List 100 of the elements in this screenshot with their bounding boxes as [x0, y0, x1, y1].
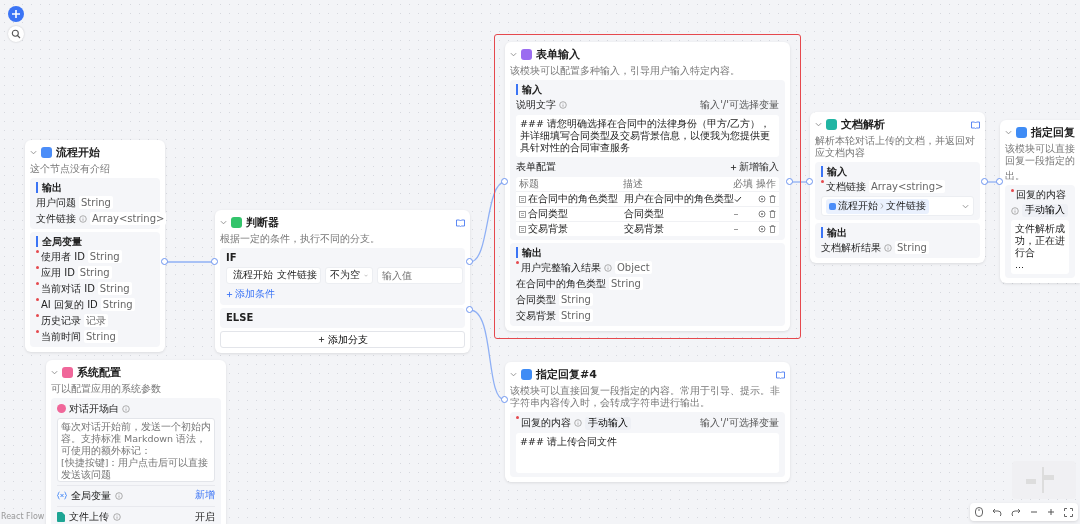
type-label: Object [615, 261, 652, 274]
minimap[interactable] [1012, 461, 1076, 499]
field-label: 用户问题 [36, 196, 76, 209]
connection-handle[interactable] [996, 178, 1003, 185]
redo-icon[interactable] [1010, 508, 1021, 516]
field-label: 使用者 ID [41, 250, 85, 263]
chevron-icon[interactable] [30, 149, 37, 156]
table-cell-text: 交易背景 [623, 222, 665, 236]
field-name: 文件链接 [277, 269, 317, 282]
prompt-text-field[interactable]: ### 请您明确选择在合同中的法律身份（甲方/乙方），并详细填写合同类型及交易背景信息，以便我为您提供更具针对性的合同审查服务 [516, 115, 779, 157]
mouse-icon[interactable] [974, 507, 983, 517]
plus-icon [226, 290, 233, 298]
node-icon [1016, 127, 1027, 138]
type-label: String [895, 241, 929, 254]
connection-handle[interactable] [501, 396, 508, 403]
section-title: 输入 [516, 84, 779, 95]
field-label: 文档解析结果 [821, 241, 881, 254]
search-button[interactable] [8, 26, 24, 42]
file-icon [57, 511, 65, 522]
node-icon [521, 369, 532, 380]
chevron-icon[interactable] [510, 51, 517, 58]
zoom-in-icon[interactable] [1047, 508, 1056, 516]
section-title: 输出 [516, 247, 779, 258]
variable-dropdown[interactable]: 流程开始 文件链接 [226, 267, 321, 284]
field-label: 文件上传 [69, 510, 109, 523]
chevron-icon[interactable] [220, 219, 227, 226]
connection-handle[interactable] [806, 178, 813, 185]
field-label: 当前对话 ID [41, 282, 95, 295]
node-icon [521, 49, 532, 60]
trash-icon[interactable] [769, 225, 776, 233]
connection-handle[interactable] [786, 178, 793, 185]
connection-handle[interactable] [466, 306, 473, 313]
reply-content-field[interactable]: 文件解析成功，正在进行合 ... [1011, 220, 1069, 274]
node-card[interactable]: 指定回复 该模块可以直接回复一段指定的 出。 回复的内容 手动输入 文件解析成功，正在进行合 ... [1000, 120, 1080, 283]
type-label: String [97, 282, 132, 295]
node-card[interactable]: 指定回复#4 该模块可以直接回复一段指定的内容。常用于引导、提示。非字符串内容传入时，会转成字符串进行输出。 回复的内容 手动输入 输入'/'可选择变量 ### 请上传合同文件 [505, 362, 790, 482]
chevron-icon[interactable] [815, 121, 822, 128]
field-label: 应用 ID [41, 266, 75, 279]
variable-dropdown[interactable]: 流程开始 文件链接 [821, 196, 974, 216]
operator-dropdown[interactable]: 不为空 [325, 267, 373, 284]
trash-icon[interactable] [769, 210, 776, 218]
trash-icon[interactable] [769, 195, 776, 203]
type-label: String [609, 277, 643, 290]
field-label: 交易背景 [516, 309, 556, 322]
table-cell: 交易背景 [528, 222, 568, 236]
node-description: 可以配置应用的系统参数 [51, 383, 162, 395]
section-title: 输出 [36, 182, 154, 193]
connection-handle[interactable] [161, 258, 168, 265]
undo-icon[interactable] [991, 508, 1002, 516]
type-label: String [559, 293, 593, 306]
connection-handle[interactable] [981, 178, 988, 185]
node-card[interactable]: 文档解析 解析本轮对话上传的文档，并返回对应文档内容 输入 文档链接 Array<string> 流程开始 文件链接 输出 文档解析结果 String [810, 112, 985, 263]
node-description: 解析本轮对话上传的文档，并返回对应文档内容 [815, 135, 976, 159]
chevron-icon[interactable] [51, 369, 58, 376]
type-label: String [559, 309, 593, 322]
plus-icon [317, 336, 325, 343]
book-icon[interactable] [776, 370, 785, 379]
node-icon [231, 217, 242, 228]
chevron-icon[interactable] [510, 371, 517, 378]
input-mode-dropdown[interactable]: 手动输入 [585, 416, 631, 430]
node-description: 该模块可以配置多种输入，引导用户输入特定内容。 [510, 65, 741, 77]
field-label: 历史记录 [41, 314, 81, 327]
fit-view-icon[interactable] [1064, 507, 1074, 517]
field-label: 合同类型 [516, 293, 556, 306]
table-cell-text: 合同类型 [623, 207, 665, 221]
attribution-text: React Flow [1, 512, 45, 521]
list-icon [519, 225, 526, 233]
node-description: 这个节点没有介绍 [30, 163, 111, 175]
connection-handle[interactable] [466, 258, 473, 265]
add-condition-button[interactable]: 添加条件 [226, 287, 275, 301]
input-mode-dropdown[interactable]: 手动输入 [1022, 204, 1068, 217]
help-icon [559, 101, 567, 109]
reply-text: 文件解析成功，正在进行合 [1015, 223, 1065, 259]
connection-handle[interactable] [501, 178, 508, 185]
book-icon[interactable] [971, 120, 980, 129]
field-label: 说明文字 [516, 99, 556, 111]
node-card[interactable]: 判断器 根据一定的条件，执行不同的分支。 IF 流程开始 文件链接 不为空 输入值 添加条件 ELSE 添加分支 [215, 210, 470, 353]
type-label: String [77, 266, 112, 279]
add-input-button[interactable]: 新增输入 [730, 160, 779, 174]
source-label: 流程开始 [233, 269, 273, 282]
opening-text-field[interactable]: 每次对话开始前，发送一个初始内容。支持标准 Markdown 语法，可使用的额外标记： [快捷按键]：用户点击后可以直接发送该问题 [57, 418, 215, 482]
reply-content-field[interactable]: ### 请上传合同文件 [516, 433, 779, 473]
column-header: 标题 [519, 177, 540, 191]
node-description: 该模块可以直接回复一段指定的 [1005, 143, 1075, 167]
field-label: 文件链接 [36, 212, 76, 225]
add-node-button[interactable] [8, 6, 24, 22]
chevron-icon [962, 202, 969, 210]
book-icon[interactable] [456, 218, 465, 227]
connection-handle[interactable] [211, 258, 218, 265]
add-branch-button[interactable]: 添加分支 [220, 331, 465, 348]
chevron-right-icon [880, 203, 884, 209]
chevron-icon[interactable] [1005, 129, 1012, 136]
branch-label: ELSE [226, 312, 255, 324]
node-title: 判断器 [246, 215, 279, 230]
type-label: String [100, 298, 135, 311]
zoom-out-icon[interactable] [1030, 508, 1039, 516]
add-variable-button[interactable]: 新增 [195, 488, 215, 502]
field-label: 当前时间 [41, 330, 81, 343]
node-card[interactable]: 流程开始 这个节点没有介绍 输出 用户问题 String 文件链接 Array<string> 全局变量 使用者 ID String 应用 ID String 当前对话 ID String AI 回复的 ID String 历史记录 记录 当前时间 String [25, 140, 165, 352]
value-input[interactable]: 输入值 [377, 267, 463, 284]
